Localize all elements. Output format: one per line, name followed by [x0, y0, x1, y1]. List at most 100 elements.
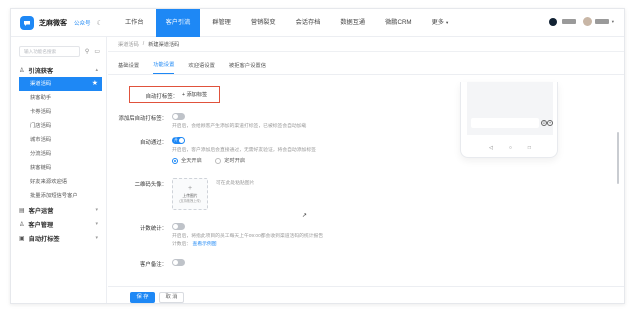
- sidebar-item-acquisition-link[interactable]: 获客链码: [11, 161, 106, 175]
- sidebar-group-auto-tag[interactable]: ▣ 自动打标签 ▾: [11, 231, 106, 245]
- sidebar-item-store-qrcode[interactable]: 门店活码: [11, 119, 106, 133]
- nav-marketing[interactable]: 营销裂变: [241, 9, 286, 37]
- sidebar-item-coupon-qrcode[interactable]: 卡券活码: [11, 105, 106, 119]
- breadcrumb-parent[interactable]: 渠道活码: [118, 41, 139, 48]
- user-group-icon: ♙: [19, 67, 25, 74]
- sidebar-item-bulk-add[interactable]: 批量添加短信号客户: [11, 189, 106, 203]
- star-icon[interactable]: ★: [92, 77, 98, 91]
- theme-moon-icon[interactable]: ☾: [97, 19, 103, 27]
- sidebar-group-customer-ops[interactable]: ▤ 客户运营 ▾: [11, 203, 106, 217]
- breadcrumb-separator: /: [142, 41, 145, 47]
- user-name-blurred: [594, 19, 609, 24]
- auto-pass-toggle[interactable]: 开: [172, 137, 185, 144]
- form-footer: 保 存 取 消: [108, 286, 624, 303]
- radio-all-day[interactable]: 全天开启: [172, 157, 202, 164]
- upload-subtitle: (支持拖拽上传): [179, 199, 201, 203]
- back-triangle-icon: ◁: [489, 145, 493, 151]
- nav-chat-archive[interactable]: 会话存档: [286, 9, 331, 37]
- account-type[interactable]: 公众号: [74, 19, 91, 27]
- customer-icon: ♙: [19, 221, 25, 228]
- app-window: 芝麻微客 公众号 ☾ 工作台 客户引流 群管理 营销裂变 会话存档 数据互通 微…: [10, 8, 625, 304]
- tab-basic-settings[interactable]: 基础设置: [118, 61, 139, 74]
- sidebar-group-label: 自动打标签: [28, 235, 60, 243]
- sidebar-item-city-qrcode[interactable]: 城市活码: [11, 133, 106, 147]
- toggle-on-text: 开: [174, 138, 178, 142]
- mouse-cursor-icon: ↗: [302, 213, 308, 219]
- brand-name: 芝麻微客: [39, 19, 67, 27]
- nav-data-sync[interactable]: 数据互通: [330, 9, 375, 37]
- auto-pass-label: 自动通过：: [140, 140, 167, 146]
- save-button[interactable]: 保 存: [130, 292, 155, 303]
- sidebar-group-label: 客户管理: [28, 221, 54, 229]
- stats-toggle[interactable]: [172, 223, 185, 230]
- stats-label: 计数统计：: [140, 226, 167, 232]
- sidebar: 输入功能名搜索 ⚲ ▭ ♙ 引流获客 ▴ 渠道活码 ★ 获客助手 卡券活码 门店…: [11, 37, 107, 303]
- nav-more[interactable]: 更多 ▾: [422, 9, 459, 37]
- tab-function-settings[interactable]: 功能设置: [153, 60, 175, 74]
- breadcrumb: 渠道活码 / 新建渠道活码: [108, 37, 624, 52]
- radio-unchecked-icon: [215, 157, 222, 164]
- add-circle-icon: +: [547, 120, 553, 126]
- user-area: ▾: [548, 17, 614, 26]
- tag-icon: ▣: [19, 235, 25, 242]
- stats-hint-2: 计数后： 查看示例图: [172, 241, 292, 249]
- customer-note-toggle[interactable]: [172, 259, 185, 266]
- operations-icon: ▤: [19, 207, 25, 214]
- company-name-blurred: [561, 19, 576, 24]
- sidebar-group-label: 客户运营: [28, 207, 54, 215]
- nav-group-management[interactable]: 群管理: [202, 9, 241, 37]
- cancel-button[interactable]: 取 消: [159, 292, 184, 303]
- search-icon[interactable]: ⚲: [85, 48, 89, 55]
- tab-welcome-settings[interactable]: 欢迎语设置: [188, 61, 215, 74]
- radio-label: 全天开启: [181, 158, 202, 164]
- auto-pass-radio-group: 全天开启 定时开启: [172, 157, 257, 166]
- company-logo-icon: [548, 17, 557, 26]
- nav-customer-acquisition[interactable]: 客户引流: [155, 9, 201, 37]
- sidebar-item-split-qrcode[interactable]: 分流活码: [11, 147, 106, 161]
- home-circle-icon: ○: [508, 145, 512, 151]
- radio-timed[interactable]: 定时开启: [215, 157, 245, 164]
- radio-label: 定时开启: [224, 158, 246, 164]
- qr-avatar-row: 二维码头像： + 上传图片 (支持拖拽上传) 可在此处粘贴图片: [108, 178, 488, 218]
- plus-icon: +: [187, 185, 193, 192]
- phone-preview: ☺ + ◁ ○ □: [460, 82, 558, 158]
- sidebar-group-label: 引流获客: [28, 67, 54, 75]
- paste-hint: 可在此处粘贴图片: [216, 181, 255, 186]
- avatar[interactable]: [582, 17, 592, 26]
- company-switcher[interactable]: [548, 17, 576, 26]
- nav-workbench[interactable]: 工作台: [115, 9, 154, 37]
- screenshot-stage: 芝麻微客 公众号 ☾ 工作台 客户引流 群管理 营销裂变 会话存档 数据互通 微…: [0, 0, 633, 310]
- sidebar-item-acquisition-helper[interactable]: 获客助手: [11, 91, 106, 105]
- sidebar-item-channel-qrcode[interactable]: 渠道活码 ★: [19, 77, 102, 91]
- tab-bar: 基础设置 功能设置 欢迎语设置 被拒客户设置信: [108, 58, 624, 75]
- example-link[interactable]: 查看示例图: [193, 242, 217, 247]
- collapse-icon[interactable]: ▭: [94, 48, 100, 55]
- search-input[interactable]: 输入功能名搜索: [19, 46, 80, 57]
- qr-upload-box[interactable]: + 上传图片 (支持拖拽上传): [172, 178, 208, 210]
- qr-avatar-label: 二维码头像：: [134, 182, 167, 188]
- remark-toggle[interactable]: [172, 113, 185, 120]
- chevron-down-icon[interactable]: ▾: [612, 19, 614, 25]
- sidebar-item-label: 渠道活码: [30, 81, 52, 87]
- chevron-up-icon: ▴: [95, 67, 98, 73]
- stats-hint-prefix: 计数后：: [172, 242, 192, 247]
- sidebar-item-welcome-message[interactable]: 好友来源欢迎语: [11, 175, 106, 189]
- nav-crm[interactable]: 微鹏CRM: [375, 9, 421, 37]
- recent-square-icon: □: [527, 145, 531, 151]
- nav-more-label: 更多: [431, 18, 444, 26]
- customer-note-label: 客户备注：: [140, 262, 167, 268]
- stats-hint: 开启后，将指此项目的员工每天上午09:00都会收到渠道活码的统计报告: [172, 234, 324, 239]
- brand-logo[interactable]: 芝麻微客 公众号 ☾: [11, 9, 111, 37]
- function-settings-form: ☺ + ◁ ○ □ 自动打标签： + 添加标签 添加后自动打标签： 开启后，会给…: [108, 82, 624, 280]
- auto-tag-label: 自动打标签：: [145, 94, 178, 100]
- sidebar-group-acquisition[interactable]: ♙ 引流获客 ▴: [11, 63, 106, 77]
- breadcrumb-current: 新建渠道活码: [148, 41, 180, 48]
- main-content: 渠道活码 / 新建渠道活码 基础设置 功能设置 欢迎语设置 被拒客户设置信 ☺ …: [108, 37, 624, 303]
- add-tag-button[interactable]: + 添加标签: [182, 91, 207, 98]
- tab-rejected-customer-settings[interactable]: 被拒客户设置信: [229, 61, 266, 74]
- main-nav: 工作台 客户引流 群管理 营销裂变 会话存档 数据互通 微鹏CRM 更多 ▾: [115, 9, 458, 37]
- top-navbar: 芝麻微客 公众号 ☾ 工作台 客户引流 群管理 营销裂变 会话存档 数据互通 微…: [11, 9, 624, 37]
- scrollbar[interactable]: [617, 132, 619, 184]
- phone-nav-bar: ◁ ○ □: [461, 145, 559, 151]
- sidebar-group-customer-management[interactable]: ♙ 客户管理 ▾: [11, 217, 106, 231]
